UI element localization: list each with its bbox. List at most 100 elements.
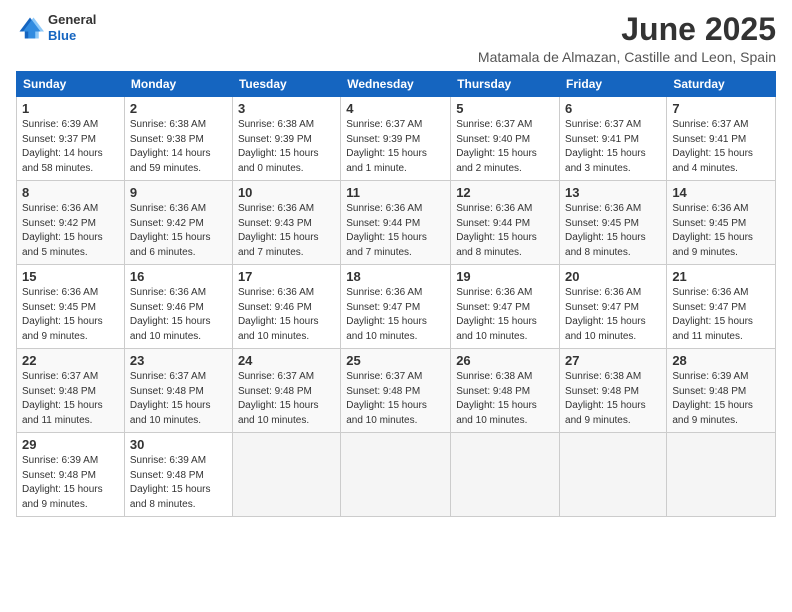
logo-text: General Blue xyxy=(48,12,96,43)
day-info: Sunrise: 6:38 AM Sunset: 9:39 PM Dayligh… xyxy=(238,118,335,176)
calendar-row: 29 Sunrise: 6:39 AM Sunset: 9:48 PM Dayl… xyxy=(17,433,776,517)
day-info: Sunrise: 6:37 AM Sunset: 9:41 PM Dayligh… xyxy=(672,118,770,176)
day-info: Sunrise: 6:39 AM Sunset: 9:48 PM Dayligh… xyxy=(130,454,227,512)
day-number: 24 xyxy=(238,353,335,368)
table-row: 12 Sunrise: 6:36 AM Sunset: 9:44 PM Dayl… xyxy=(451,181,560,265)
day-number: 16 xyxy=(130,269,227,284)
day-info: Sunrise: 6:37 AM Sunset: 9:48 PM Dayligh… xyxy=(346,370,445,428)
day-number: 29 xyxy=(22,437,119,452)
calendar-table: Sunday Monday Tuesday Wednesday Thursday… xyxy=(16,71,776,517)
calendar-row: 22 Sunrise: 6:37 AM Sunset: 9:48 PM Dayl… xyxy=(17,349,776,433)
table-row: 14 Sunrise: 6:36 AM Sunset: 9:45 PM Dayl… xyxy=(667,181,776,265)
day-number: 5 xyxy=(456,101,554,116)
table-row: 29 Sunrise: 6:39 AM Sunset: 9:48 PM Dayl… xyxy=(17,433,125,517)
day-info: Sunrise: 6:37 AM Sunset: 9:40 PM Dayligh… xyxy=(456,118,554,176)
logo-icon xyxy=(16,14,44,42)
table-row xyxy=(451,433,560,517)
logo-general: General xyxy=(48,12,96,28)
day-number: 19 xyxy=(456,269,554,284)
table-row: 20 Sunrise: 6:36 AM Sunset: 9:47 PM Dayl… xyxy=(560,265,667,349)
table-row: 19 Sunrise: 6:36 AM Sunset: 9:47 PM Dayl… xyxy=(451,265,560,349)
table-row: 15 Sunrise: 6:36 AM Sunset: 9:45 PM Dayl… xyxy=(17,265,125,349)
day-number: 20 xyxy=(565,269,661,284)
table-row xyxy=(232,433,340,517)
day-info: Sunrise: 6:37 AM Sunset: 9:48 PM Dayligh… xyxy=(22,370,119,428)
table-row xyxy=(341,433,451,517)
col-tuesday: Tuesday xyxy=(232,72,340,97)
day-number: 21 xyxy=(672,269,770,284)
col-sunday: Sunday xyxy=(17,72,125,97)
table-row: 17 Sunrise: 6:36 AM Sunset: 9:46 PM Dayl… xyxy=(232,265,340,349)
day-info: Sunrise: 6:36 AM Sunset: 9:45 PM Dayligh… xyxy=(22,286,119,344)
day-info: Sunrise: 6:37 AM Sunset: 9:39 PM Dayligh… xyxy=(346,118,445,176)
logo: General Blue xyxy=(16,12,96,43)
table-row xyxy=(560,433,667,517)
table-row: 2 Sunrise: 6:38 AM Sunset: 9:38 PM Dayli… xyxy=(124,97,232,181)
table-row: 5 Sunrise: 6:37 AM Sunset: 9:40 PM Dayli… xyxy=(451,97,560,181)
table-row: 7 Sunrise: 6:37 AM Sunset: 9:41 PM Dayli… xyxy=(667,97,776,181)
day-info: Sunrise: 6:36 AM Sunset: 9:44 PM Dayligh… xyxy=(456,202,554,260)
day-info: Sunrise: 6:38 AM Sunset: 9:48 PM Dayligh… xyxy=(456,370,554,428)
day-info: Sunrise: 6:36 AM Sunset: 9:43 PM Dayligh… xyxy=(238,202,335,260)
table-row: 22 Sunrise: 6:37 AM Sunset: 9:48 PM Dayl… xyxy=(17,349,125,433)
title-block: June 2025 Matamala de Almazan, Castille … xyxy=(478,12,776,65)
table-row: 6 Sunrise: 6:37 AM Sunset: 9:41 PM Dayli… xyxy=(560,97,667,181)
col-wednesday: Wednesday xyxy=(341,72,451,97)
calendar-row: 15 Sunrise: 6:36 AM Sunset: 9:45 PM Dayl… xyxy=(17,265,776,349)
day-info: Sunrise: 6:36 AM Sunset: 9:42 PM Dayligh… xyxy=(130,202,227,260)
day-info: Sunrise: 6:39 AM Sunset: 9:48 PM Dayligh… xyxy=(672,370,770,428)
day-number: 7 xyxy=(672,101,770,116)
day-info: Sunrise: 6:37 AM Sunset: 9:41 PM Dayligh… xyxy=(565,118,661,176)
table-row: 9 Sunrise: 6:36 AM Sunset: 9:42 PM Dayli… xyxy=(124,181,232,265)
day-info: Sunrise: 6:37 AM Sunset: 9:48 PM Dayligh… xyxy=(130,370,227,428)
logo-blue: Blue xyxy=(48,28,96,44)
col-thursday: Thursday xyxy=(451,72,560,97)
day-number: 23 xyxy=(130,353,227,368)
col-friday: Friday xyxy=(560,72,667,97)
table-row: 11 Sunrise: 6:36 AM Sunset: 9:44 PM Dayl… xyxy=(341,181,451,265)
day-info: Sunrise: 6:36 AM Sunset: 9:46 PM Dayligh… xyxy=(238,286,335,344)
table-row: 8 Sunrise: 6:36 AM Sunset: 9:42 PM Dayli… xyxy=(17,181,125,265)
day-number: 9 xyxy=(130,185,227,200)
day-info: Sunrise: 6:36 AM Sunset: 9:45 PM Dayligh… xyxy=(565,202,661,260)
day-number: 1 xyxy=(22,101,119,116)
day-number: 2 xyxy=(130,101,227,116)
table-row: 23 Sunrise: 6:37 AM Sunset: 9:48 PM Dayl… xyxy=(124,349,232,433)
day-info: Sunrise: 6:36 AM Sunset: 9:47 PM Dayligh… xyxy=(565,286,661,344)
table-row: 10 Sunrise: 6:36 AM Sunset: 9:43 PM Dayl… xyxy=(232,181,340,265)
table-row: 16 Sunrise: 6:36 AM Sunset: 9:46 PM Dayl… xyxy=(124,265,232,349)
calendar-row: 8 Sunrise: 6:36 AM Sunset: 9:42 PM Dayli… xyxy=(17,181,776,265)
table-row: 3 Sunrise: 6:38 AM Sunset: 9:39 PM Dayli… xyxy=(232,97,340,181)
day-number: 14 xyxy=(672,185,770,200)
day-number: 27 xyxy=(565,353,661,368)
table-row: 1 Sunrise: 6:39 AM Sunset: 9:37 PM Dayli… xyxy=(17,97,125,181)
table-row xyxy=(667,433,776,517)
day-info: Sunrise: 6:39 AM Sunset: 9:37 PM Dayligh… xyxy=(22,118,119,176)
calendar-header-row: Sunday Monday Tuesday Wednesday Thursday… xyxy=(17,72,776,97)
day-info: Sunrise: 6:36 AM Sunset: 9:47 PM Dayligh… xyxy=(346,286,445,344)
day-info: Sunrise: 6:36 AM Sunset: 9:45 PM Dayligh… xyxy=(672,202,770,260)
col-saturday: Saturday xyxy=(667,72,776,97)
day-number: 15 xyxy=(22,269,119,284)
day-number: 12 xyxy=(456,185,554,200)
day-number: 17 xyxy=(238,269,335,284)
month-title: June 2025 xyxy=(478,12,776,47)
day-number: 22 xyxy=(22,353,119,368)
table-row: 27 Sunrise: 6:38 AM Sunset: 9:48 PM Dayl… xyxy=(560,349,667,433)
calendar-page: General Blue June 2025 Matamala de Almaz… xyxy=(0,0,792,612)
location-subtitle: Matamala de Almazan, Castille and Leon, … xyxy=(478,49,776,65)
day-number: 25 xyxy=(346,353,445,368)
table-row: 18 Sunrise: 6:36 AM Sunset: 9:47 PM Dayl… xyxy=(341,265,451,349)
table-row: 21 Sunrise: 6:36 AM Sunset: 9:47 PM Dayl… xyxy=(667,265,776,349)
day-number: 30 xyxy=(130,437,227,452)
day-info: Sunrise: 6:36 AM Sunset: 9:46 PM Dayligh… xyxy=(130,286,227,344)
day-info: Sunrise: 6:36 AM Sunset: 9:47 PM Dayligh… xyxy=(672,286,770,344)
day-info: Sunrise: 6:38 AM Sunset: 9:48 PM Dayligh… xyxy=(565,370,661,428)
day-info: Sunrise: 6:38 AM Sunset: 9:38 PM Dayligh… xyxy=(130,118,227,176)
day-info: Sunrise: 6:36 AM Sunset: 9:42 PM Dayligh… xyxy=(22,202,119,260)
day-number: 11 xyxy=(346,185,445,200)
day-number: 6 xyxy=(565,101,661,116)
table-row: 4 Sunrise: 6:37 AM Sunset: 9:39 PM Dayli… xyxy=(341,97,451,181)
day-number: 13 xyxy=(565,185,661,200)
table-row: 13 Sunrise: 6:36 AM Sunset: 9:45 PM Dayl… xyxy=(560,181,667,265)
